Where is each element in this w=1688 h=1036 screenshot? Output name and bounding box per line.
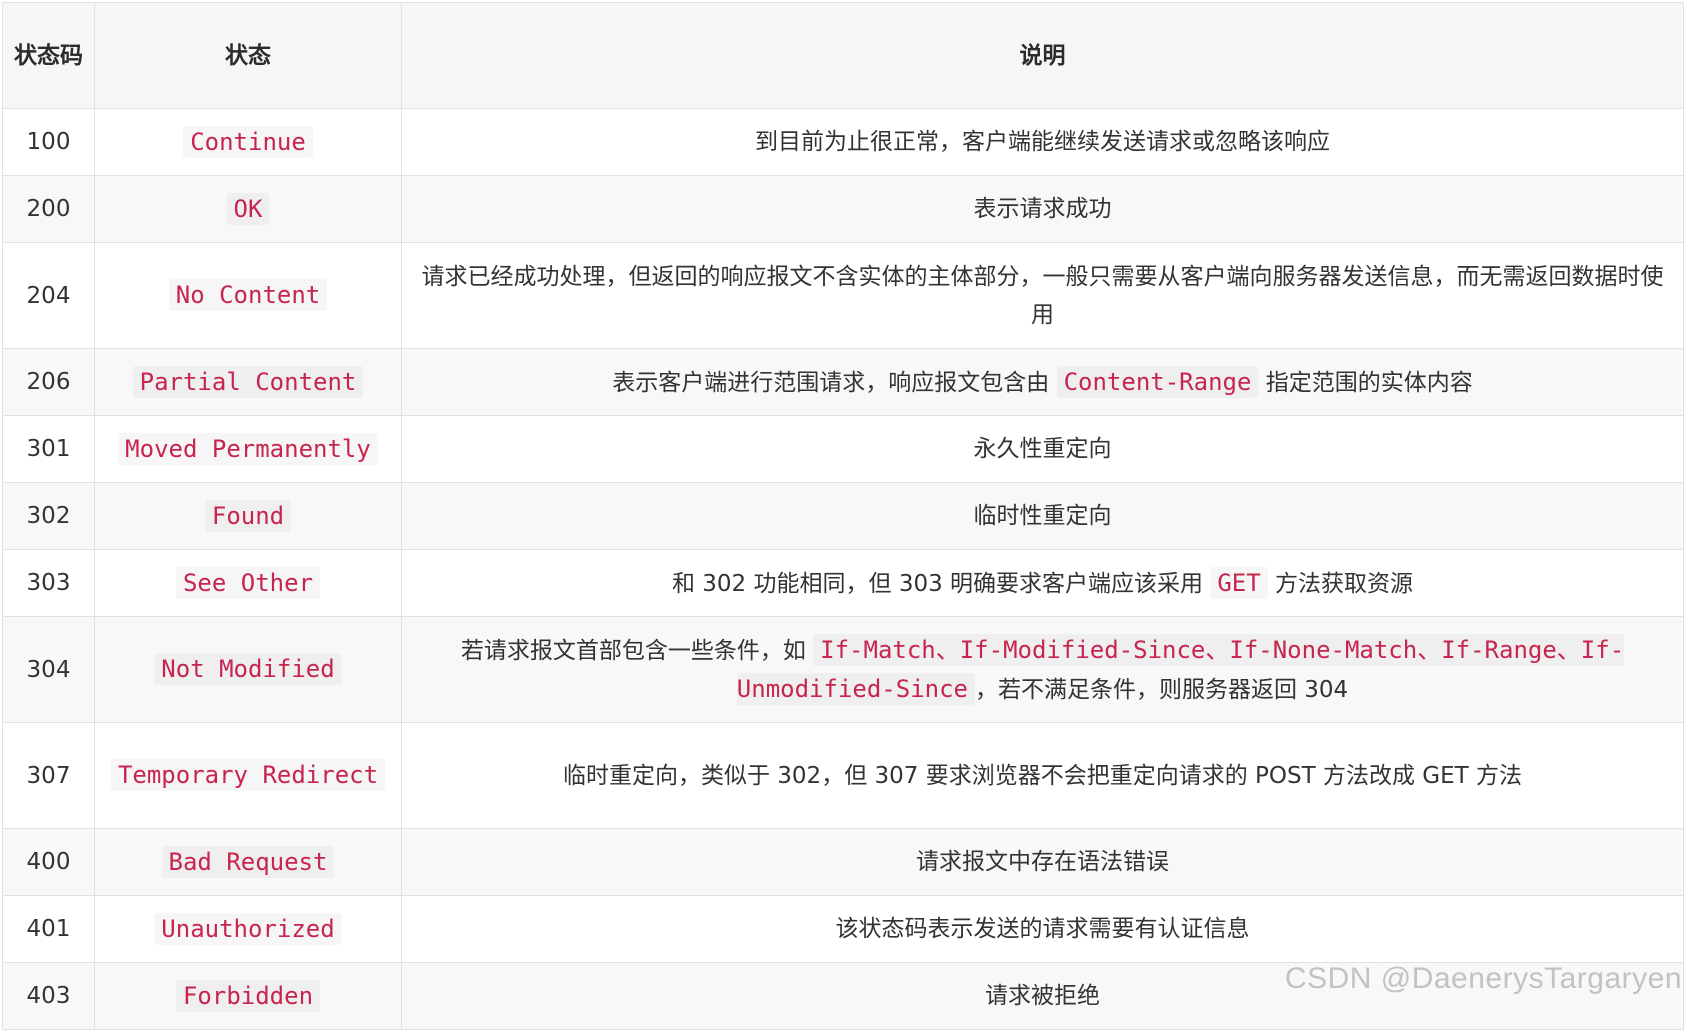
table-row: 204 No Content 请求已经成功处理，但返回的响应报文不含实体的主体部分，…	[2, 242, 1684, 349]
status-code-cell: 200	[2, 175, 95, 243]
description-text: 临时重定向，类似于 302，但 307 要求浏览器不会把重定向请求的 POST …	[562, 762, 1522, 789]
table-row: 304 Not Modified 若请求报文首部包含一些条件，如 If-Match、…	[2, 616, 1684, 723]
description-text: 该状态码表示发送的请求需要有认证信息	[835, 916, 1250, 942]
status-name-cell: Found	[94, 482, 402, 550]
table-row: 401 Unauthorized 该状态码表示发送的请求需要有认证信息	[2, 895, 1684, 963]
description-text: 表示请求成功	[973, 196, 1112, 222]
status-name-code: Found	[204, 499, 292, 532]
inline-code: Content-Range	[1056, 365, 1259, 398]
description-text: 表示客户端进行范围请求，响应报文包含由	[612, 369, 1057, 396]
status-code-cell: 204	[2, 242, 95, 349]
description-text: 永久性重定向	[973, 436, 1112, 462]
status-name-code: Partial Content	[132, 365, 364, 398]
status-name-code: Bad Request	[161, 845, 335, 878]
status-name-code: Temporary Redirect	[110, 759, 386, 791]
description-cell: 请求报文中存在语法错误	[401, 828, 1684, 896]
description-text: 到目前为止很正常，客户端能继续发送请求或忽略该响应	[755, 129, 1330, 155]
status-code-cell: 401	[2, 895, 95, 963]
description-text: 指定范围的实体内容	[1258, 369, 1473, 396]
status-code-cell: 307	[2, 722, 95, 829]
status-name-code: No Content	[168, 279, 328, 311]
table-body: 100 Continue 到目前为止很正常，客户端能继续发送请求或忽略该响应 200 O…	[2, 108, 1684, 1030]
table-row: 307 Temporary Redirect 临时重定向，类似于 302，但 307…	[2, 722, 1684, 829]
description-text: 方法获取资源	[1267, 570, 1414, 597]
status-name-code: Continue	[183, 125, 313, 158]
status-code-cell: 301	[2, 415, 95, 483]
status-code-cell: 403	[2, 962, 95, 1030]
description-cell: 请求已经成功处理，但返回的响应报文不含实体的主体部分，一般只需要从客户端向服务器…	[401, 242, 1684, 349]
description-text: 临时性重定向	[973, 503, 1112, 529]
header-status: 状态	[94, 2, 402, 109]
status-code-cell: 302	[2, 482, 95, 550]
table-header: 状态码 状态 说明	[2, 2, 1684, 109]
table-row: 302 Found 临时性重定向	[2, 482, 1684, 550]
header-code: 状态码	[2, 2, 95, 109]
inline-code: GET	[1210, 566, 1268, 599]
description-text: 请求被拒绝	[985, 983, 1100, 1009]
description-text: 和 302 功能相同，但 303 明确要求客户端应该采用	[671, 570, 1211, 597]
http-status-code-table: 状态码 状态 说明 100 Continue 到目前为止很正常，客户端能继续发送请求…	[2, 2, 1684, 1030]
status-name-cell: See Other	[94, 549, 402, 617]
description-cell: 临时重定向，类似于 302，但 307 要求浏览器不会把重定向请求的 POST …	[401, 722, 1684, 829]
status-name-cell: Forbidden	[94, 962, 402, 1030]
table-row: 303 See Other 和 302 功能相同，但 303 明确要求客户端应该采用…	[2, 549, 1684, 617]
status-name-cell: Partial Content	[94, 348, 402, 416]
status-code-cell: 206	[2, 348, 95, 416]
status-name-code: OK	[226, 192, 270, 225]
description-cell: 表示客户端进行范围请求，响应报文包含由 Content-Range 指定范围的实…	[401, 348, 1684, 416]
description-cell: 临时性重定向	[401, 482, 1684, 550]
status-name-cell: OK	[94, 175, 402, 243]
description-text: ，若不满足条件，则服务器返回 304	[974, 676, 1349, 703]
status-code-cell: 400	[2, 828, 95, 896]
status-name-code: Unauthorized	[154, 912, 342, 945]
description-text: 若请求报文首部包含一些条件，如	[460, 637, 814, 664]
description-text: 请求报文中存在语法错误	[916, 849, 1169, 875]
status-code-cell: 304	[2, 616, 95, 723]
header-row: 状态码 状态 说明	[2, 2, 1684, 109]
table-row: 301 Moved Permanently 永久性重定向	[2, 415, 1684, 483]
status-name-code: Moved Permanently	[118, 432, 378, 465]
description-cell: 表示请求成功	[401, 175, 1684, 243]
status-code-cell: 100	[2, 108, 95, 176]
status-name-code: Forbidden	[175, 979, 321, 1012]
status-code-table-container: 状态码 状态 说明 100 Continue 到目前为止很正常，客户端能继续发送请求…	[2, 2, 1684, 1030]
status-name-code: Not Modified	[154, 653, 342, 685]
status-name-cell: Unauthorized	[94, 895, 402, 963]
csdn-watermark: CSDN @DaenerysTargaryen	[1284, 962, 1682, 995]
status-name-cell: Not Modified	[94, 616, 402, 723]
description-cell: 永久性重定向	[401, 415, 1684, 483]
description-cell: 到目前为止很正常，客户端能继续发送请求或忽略该响应	[401, 108, 1684, 176]
status-name-cell: Bad Request	[94, 828, 402, 896]
table-row: 100 Continue 到目前为止很正常，客户端能继续发送请求或忽略该响应	[2, 108, 1684, 176]
table-row: 200 OK 表示请求成功	[2, 175, 1684, 243]
status-name-cell: Continue	[94, 108, 402, 176]
description-cell: 若请求报文首部包含一些条件，如 If-Match、If-Modified-Sin…	[401, 616, 1684, 723]
status-name-code: See Other	[175, 566, 321, 599]
status-code-cell: 303	[2, 549, 95, 617]
header-description: 说明	[401, 2, 1684, 109]
description-text: 请求已经成功处理，但返回的响应报文不含实体的主体部分，一般只需要从客户端向服务器…	[421, 263, 1664, 328]
status-name-cell: No Content	[94, 242, 402, 349]
table-row: 400 Bad Request 请求报文中存在语法错误	[2, 828, 1684, 896]
status-name-cell: Temporary Redirect	[94, 722, 402, 829]
description-cell: 该状态码表示发送的请求需要有认证信息	[401, 895, 1684, 963]
status-name-cell: Moved Permanently	[94, 415, 402, 483]
table-row: 206 Partial Content 表示客户端进行范围请求，响应报文包含由 Co…	[2, 348, 1684, 416]
description-cell: 和 302 功能相同，但 303 明确要求客户端应该采用 GET 方法获取资源	[401, 549, 1684, 617]
